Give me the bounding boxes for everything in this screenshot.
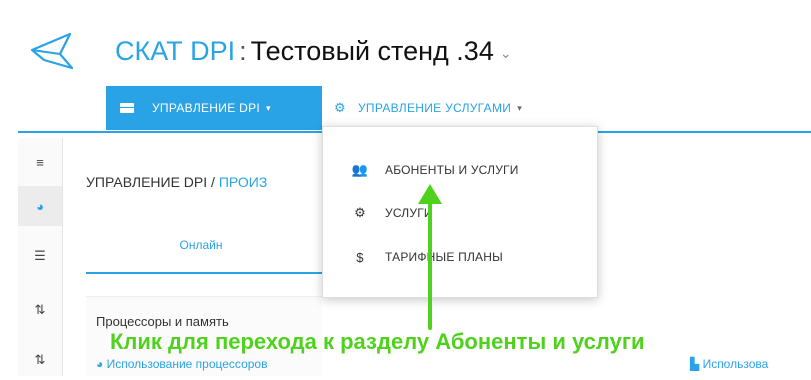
nav-dpi-label: УПРАВЛЕНИЕ DPI [152, 101, 261, 115]
usage-label-right: Использова [702, 357, 769, 371]
menu-item-label: ТАРИФНЫЕ ПЛАНЫ [385, 250, 503, 264]
nav-dpi-management-button[interactable]: УПРАВЛЕНИЕ DPI ▾ [106, 86, 322, 130]
nav-services-label: УПРАВЛЕНИЕ УСЛУГАМИ [357, 101, 512, 115]
cogs-icon: ⚙ [354, 205, 366, 220]
cpu-usage-link[interactable]: ◕ Использование процессоров [96, 357, 267, 371]
chart-area-icon: ▙ [690, 357, 703, 371]
menu-item-services[interactable]: ⚙ УСЛУГИ [349, 199, 433, 227]
server-icon [120, 103, 134, 113]
breadcrumb: УПРАВЛЕНИЕ DPI / ПРОИЗ [86, 174, 267, 190]
sort-numeric-icon[interactable]: ⇅ [18, 290, 62, 330]
brand-name: СКАТ DPI [115, 36, 236, 66]
tab-underline [86, 272, 322, 274]
chevron-down-icon: ⌄ [499, 44, 512, 61]
title-separator: : [239, 36, 247, 66]
breadcrumb-current-link[interactable]: ПРОИЗ [219, 174, 268, 190]
left-sidebar: ≡ ◕ ☰ ⇅ ⇅ [18, 138, 63, 376]
menu-item-tariff-plans[interactable]: $ ТАРИФНЫЕ ПЛАНЫ [349, 243, 503, 271]
menu-item-label: АБОНЕНТЫ И УСЛУГИ [385, 163, 519, 177]
usage-link-right[interactable]: ▙ Использова [690, 357, 768, 371]
stand-name: Тестовый стенд .34 [250, 36, 494, 66]
menu-toggle-icon[interactable]: ≡ [18, 142, 62, 182]
dashboard-icon[interactable]: ◕ [18, 186, 62, 226]
cpu-usage-label: Использование процессоров [106, 357, 268, 371]
users-icon: 👥 [351, 162, 369, 177]
nav-services-management-button[interactable]: ⚙ УПРАВЛЕНИЕ УСЛУГАМИ ▾ [334, 86, 522, 130]
chart-pie-icon: ◕ [96, 357, 107, 371]
sort-alpha-icon[interactable]: ⇅ [18, 340, 62, 380]
caret-down-icon: ▾ [266, 102, 271, 113]
breadcrumb-separator: / [207, 174, 219, 190]
server-list-icon[interactable]: ☰ [18, 236, 62, 276]
breadcrumb-root: УПРАВЛЕНИЕ DPI [86, 174, 208, 190]
skat-logo-icon [30, 32, 74, 70]
menu-item-label: УСЛУГИ [385, 206, 433, 220]
services-dropdown-menu: 👥 АБОНЕНТЫ И УСЛУГИ ⚙ УСЛУГИ $ ТАРИФНЫЕ … [322, 126, 598, 298]
dollar-icon: $ [356, 249, 364, 265]
caret-down-icon: ▾ [517, 102, 523, 113]
tab-online[interactable]: Онлайн [86, 238, 316, 252]
cogs-icon: ⚙ [334, 100, 346, 115]
section-title: Процессоры и память [96, 314, 229, 329]
app-title[interactable]: СКАТ DPI: Тестовый стенд .34 ⌄ [115, 34, 512, 70]
annotation-text: Клик для перехода к разделу Абоненты и у… [110, 329, 645, 354]
menu-item-subscribers-and-services[interactable]: 👥 АБОНЕНТЫ И УСЛУГИ [349, 156, 519, 184]
